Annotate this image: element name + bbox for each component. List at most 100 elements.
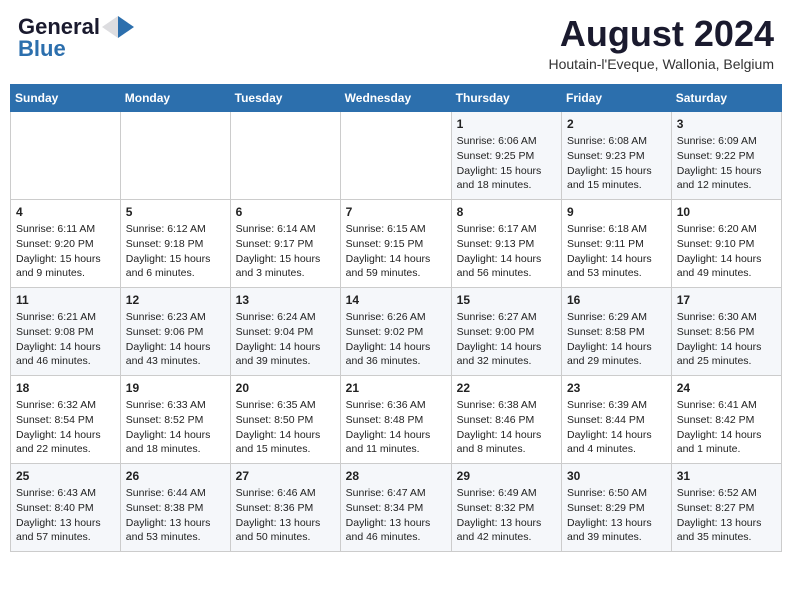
day-info: Sunset: 8:46 PM [457, 413, 556, 428]
day-number: 31 [677, 468, 776, 485]
calendar-cell [11, 111, 121, 199]
calendar-cell: 22Sunrise: 6:38 AMSunset: 8:46 PMDayligh… [451, 375, 561, 463]
day-info: Sunset: 8:40 PM [16, 501, 115, 516]
calendar-cell: 3Sunrise: 6:09 AMSunset: 9:22 PMDaylight… [671, 111, 781, 199]
day-info: and 39 minutes. [567, 530, 666, 545]
day-info: and 50 minutes. [236, 530, 335, 545]
day-info: Sunset: 9:11 PM [567, 237, 666, 252]
day-info: Daylight: 14 hours [677, 428, 776, 443]
calendar-week-2: 4Sunrise: 6:11 AMSunset: 9:20 PMDaylight… [11, 199, 782, 287]
calendar-week-4: 18Sunrise: 6:32 AMSunset: 8:54 PMDayligh… [11, 375, 782, 463]
day-number: 21 [346, 380, 446, 397]
day-info: and 53 minutes. [126, 530, 225, 545]
day-info: Sunset: 8:56 PM [677, 325, 776, 340]
day-info: Daylight: 14 hours [126, 340, 225, 355]
day-info: Sunset: 9:02 PM [346, 325, 446, 340]
calendar-header-row: SundayMondayTuesdayWednesdayThursdayFrid… [11, 84, 782, 111]
day-info: Sunset: 9:18 PM [126, 237, 225, 252]
day-number: 6 [236, 204, 335, 221]
day-info: Daylight: 14 hours [126, 428, 225, 443]
day-number: 8 [457, 204, 556, 221]
day-info: Sunset: 8:52 PM [126, 413, 225, 428]
calendar-cell: 6Sunrise: 6:14 AMSunset: 9:17 PMDaylight… [230, 199, 340, 287]
calendar-cell: 28Sunrise: 6:47 AMSunset: 8:34 PMDayligh… [340, 463, 451, 551]
day-number: 5 [126, 204, 225, 221]
day-info: Sunrise: 6:46 AM [236, 486, 335, 501]
day-info: Daylight: 13 hours [457, 516, 556, 531]
calendar-cell: 10Sunrise: 6:20 AMSunset: 9:10 PMDayligh… [671, 199, 781, 287]
day-info: Daylight: 14 hours [457, 252, 556, 267]
day-info: Sunset: 9:20 PM [16, 237, 115, 252]
day-info: and 42 minutes. [457, 530, 556, 545]
day-info: Daylight: 15 hours [236, 252, 335, 267]
day-info: Daylight: 14 hours [567, 428, 666, 443]
day-info: and 46 minutes. [16, 354, 115, 369]
day-info: and 39 minutes. [236, 354, 335, 369]
calendar-cell: 30Sunrise: 6:50 AMSunset: 8:29 PMDayligh… [562, 463, 672, 551]
day-info: Sunrise: 6:23 AM [126, 310, 225, 325]
day-info: Sunset: 9:10 PM [677, 237, 776, 252]
day-info: Sunset: 8:36 PM [236, 501, 335, 516]
day-info: Sunrise: 6:24 AM [236, 310, 335, 325]
weekday-header-sunday: Sunday [11, 84, 121, 111]
calendar-cell: 19Sunrise: 6:33 AMSunset: 8:52 PMDayligh… [120, 375, 230, 463]
day-number: 11 [16, 292, 115, 309]
day-info: Daylight: 14 hours [677, 340, 776, 355]
day-info: Sunrise: 6:49 AM [457, 486, 556, 501]
day-number: 2 [567, 116, 666, 133]
day-info: Sunset: 9:25 PM [457, 149, 556, 164]
calendar-cell [230, 111, 340, 199]
day-info: Sunrise: 6:12 AM [126, 222, 225, 237]
calendar-table: SundayMondayTuesdayWednesdayThursdayFrid… [10, 84, 782, 552]
day-number: 28 [346, 468, 446, 485]
page-header: General Blue August 2024 Houtain-l'Evequ… [10, 10, 782, 76]
weekday-header-saturday: Saturday [671, 84, 781, 111]
calendar-cell: 13Sunrise: 6:24 AMSunset: 9:04 PMDayligh… [230, 287, 340, 375]
day-info: and 36 minutes. [346, 354, 446, 369]
calendar-cell: 29Sunrise: 6:49 AMSunset: 8:32 PMDayligh… [451, 463, 561, 551]
day-number: 23 [567, 380, 666, 397]
calendar-cell: 5Sunrise: 6:12 AMSunset: 9:18 PMDaylight… [120, 199, 230, 287]
day-info: Daylight: 14 hours [346, 340, 446, 355]
calendar-cell: 11Sunrise: 6:21 AMSunset: 9:08 PMDayligh… [11, 287, 121, 375]
day-number: 22 [457, 380, 556, 397]
day-info: Sunrise: 6:29 AM [567, 310, 666, 325]
day-info: and 22 minutes. [16, 442, 115, 457]
day-info: Daylight: 13 hours [346, 516, 446, 531]
calendar-cell: 23Sunrise: 6:39 AMSunset: 8:44 PMDayligh… [562, 375, 672, 463]
day-info: Sunrise: 6:32 AM [16, 398, 115, 413]
calendar-cell [340, 111, 451, 199]
day-info: Sunset: 8:58 PM [567, 325, 666, 340]
day-info: and 6 minutes. [126, 266, 225, 281]
day-info: Daylight: 14 hours [346, 428, 446, 443]
weekday-header-thursday: Thursday [451, 84, 561, 111]
day-info: Daylight: 14 hours [16, 428, 115, 443]
location-subtitle: Houtain-l'Eveque, Wallonia, Belgium [549, 56, 775, 72]
calendar-cell: 15Sunrise: 6:27 AMSunset: 9:00 PMDayligh… [451, 287, 561, 375]
day-info: and 29 minutes. [567, 354, 666, 369]
day-info: and 12 minutes. [677, 178, 776, 193]
day-info: Sunset: 8:34 PM [346, 501, 446, 516]
day-number: 3 [677, 116, 776, 133]
day-info: and 35 minutes. [677, 530, 776, 545]
day-info: and 46 minutes. [346, 530, 446, 545]
day-info: Sunrise: 6:39 AM [567, 398, 666, 413]
day-info: Daylight: 14 hours [236, 340, 335, 355]
day-number: 17 [677, 292, 776, 309]
day-info: Sunrise: 6:27 AM [457, 310, 556, 325]
calendar-cell: 7Sunrise: 6:15 AMSunset: 9:15 PMDaylight… [340, 199, 451, 287]
day-info: and 49 minutes. [677, 266, 776, 281]
logo: General Blue [18, 14, 134, 62]
calendar-cell: 16Sunrise: 6:29 AMSunset: 8:58 PMDayligh… [562, 287, 672, 375]
day-info: Sunrise: 6:35 AM [236, 398, 335, 413]
day-info: Sunrise: 6:38 AM [457, 398, 556, 413]
day-info: Sunrise: 6:08 AM [567, 134, 666, 149]
day-info: Daylight: 13 hours [567, 516, 666, 531]
day-info: and 32 minutes. [457, 354, 556, 369]
day-info: Sunset: 9:17 PM [236, 237, 335, 252]
day-number: 25 [16, 468, 115, 485]
day-info: Sunset: 9:22 PM [677, 149, 776, 164]
weekday-header-tuesday: Tuesday [230, 84, 340, 111]
day-info: Sunrise: 6:36 AM [346, 398, 446, 413]
day-number: 4 [16, 204, 115, 221]
